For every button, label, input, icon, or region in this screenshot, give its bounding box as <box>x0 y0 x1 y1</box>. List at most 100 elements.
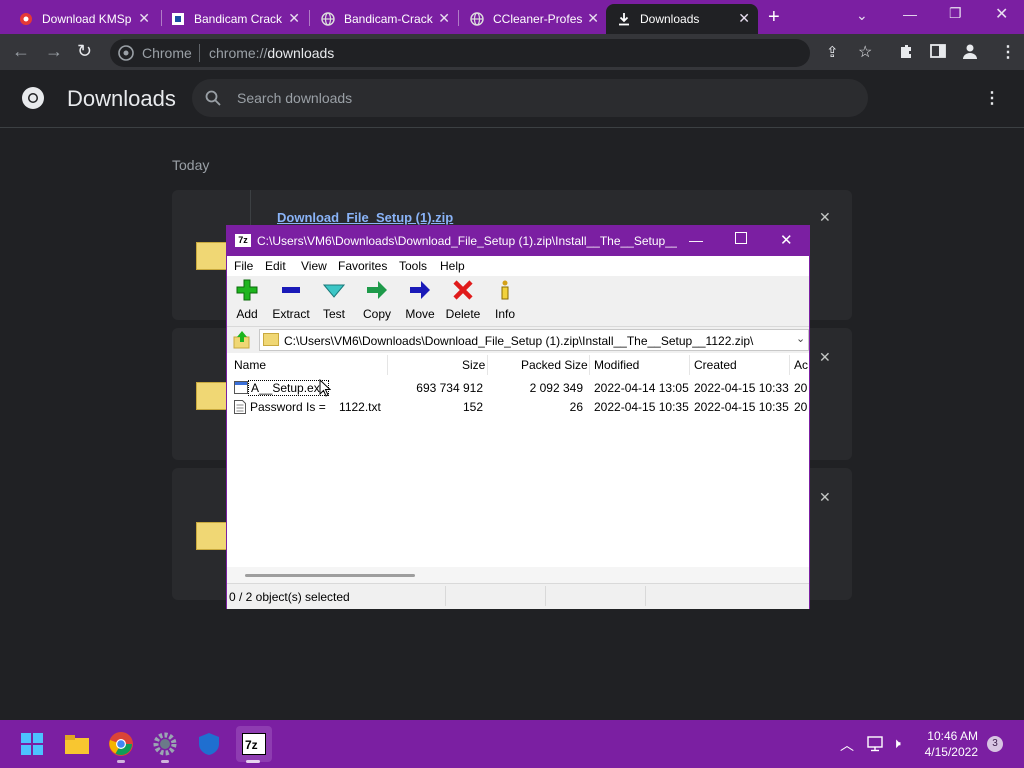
chrome-taskbar-icon[interactable] <box>107 730 135 758</box>
new-tab-button[interactable]: + <box>768 6 780 29</box>
col-size[interactable]: Size <box>462 358 485 372</box>
chrome-logo-icon <box>21 86 45 115</box>
path-input[interactable]: C:\Users\VM6\Downloads\Download_File_Set… <box>259 329 809 351</box>
url-path: downloads <box>267 45 335 61</box>
table-row[interactable]: Password Is = 1122.txt 152 26 2022-04-15… <box>227 397 809 416</box>
tab-downloads[interactable]: Downloads ✕ <box>606 4 758 34</box>
bookmark-star-icon[interactable]: ☆ <box>858 42 872 62</box>
sevenzip-window: 7z C:\Users\VM6\Downloads\Download_File_… <box>226 225 810 609</box>
move-button[interactable]: Move <box>398 279 442 321</box>
globe-icon <box>320 11 336 27</box>
info-button[interactable]: Info <box>483 279 527 321</box>
close-tab-icon[interactable]: ✕ <box>288 10 300 27</box>
status-text: 0 / 2 object(s) selected <box>229 590 350 604</box>
running-indicator <box>161 760 169 763</box>
maximize-icon[interactable] <box>735 232 747 244</box>
tab-title: Bandicam Crack <box>194 12 283 26</box>
file-list: Name Size Packed Size Modified Created A… <box>227 353 809 583</box>
volume-muted-icon[interactable]: 🕨 <box>892 735 901 752</box>
downloads-menu-icon[interactable]: ⋮ <box>984 88 1000 108</box>
tab-search-chevron-icon[interactable]: ⌄ <box>856 7 868 24</box>
network-icon[interactable] <box>866 736 884 757</box>
col-created[interactable]: Created <box>694 358 737 372</box>
col-attributes[interactable]: Ac <box>794 358 808 372</box>
x-icon <box>441 279 485 301</box>
settings-gear-icon[interactable] <box>151 730 179 758</box>
path-value: C:\Users\VM6\Downloads\Download_File_Set… <box>284 334 754 348</box>
page-title: Downloads <box>67 86 176 111</box>
file-explorer-icon[interactable] <box>63 730 91 758</box>
start-windows-icon[interactable] <box>18 730 46 758</box>
notification-badge[interactable]: 3 <box>987 736 1003 752</box>
close-tab-icon[interactable]: ✕ <box>738 10 750 27</box>
tab-ccleaner[interactable]: CCleaner-Profes ✕ <box>459 4 607 34</box>
table-row[interactable]: A__Setup.exe 693 734 912 2 092 349 2022-… <box>227 378 809 397</box>
chrome-menu-icon[interactable]: ⋮ <box>1000 42 1016 62</box>
close-icon[interactable]: ✕ <box>780 231 793 249</box>
col-separator <box>589 355 590 375</box>
tray-chevron-icon[interactable]: ︿ <box>840 735 854 755</box>
col-name[interactable]: Name <box>234 358 266 372</box>
file-packed-size: 2 092 349 <box>529 381 583 395</box>
move-label: Move <box>405 307 435 321</box>
download-file-link[interactable]: Download_File_Setup (1).zip <box>277 210 453 225</box>
file-modified: 2022-04-15 10:35 <box>594 400 689 414</box>
windows-security-icon[interactable] <box>195 730 223 758</box>
file-name: A__Setup.exe <box>248 380 330 396</box>
scrollbar-thumb[interactable] <box>245 574 415 577</box>
tab-bandicam-crack-2[interactable]: Bandicam-Crack ✕ <box>310 4 458 34</box>
omnibox-site-label: Chrome <box>142 45 192 61</box>
close-tab-icon[interactable]: ✕ <box>438 10 450 27</box>
side-panel-icon[interactable] <box>930 43 946 64</box>
menu-file[interactable]: File <box>234 259 253 273</box>
file-name: Password Is = 1122.txt <box>250 400 381 414</box>
close-tab-icon[interactable]: ✕ <box>587 10 599 27</box>
share-icon[interactable]: ⇪ <box>826 43 839 61</box>
back-icon[interactable]: ← <box>12 41 30 62</box>
menu-view[interactable]: View <box>301 259 327 273</box>
horizontal-scrollbar[interactable] <box>227 567 809 583</box>
forward-icon[interactable]: → <box>45 41 63 62</box>
col-modified[interactable]: Modified <box>594 358 639 372</box>
sevenzip-titlebar[interactable]: 7z C:\Users\VM6\Downloads\Download_File_… <box>227 226 809 256</box>
path-dropdown-icon[interactable]: ⌄ <box>796 332 805 345</box>
remove-download-icon[interactable]: ✕ <box>819 209 831 226</box>
menu-tools[interactable]: Tools <box>399 259 427 273</box>
arrow-right-green-icon <box>355 279 399 301</box>
test-button[interactable]: Test <box>312 279 356 321</box>
status-divider <box>645 586 646 606</box>
close-tab-icon[interactable]: ✕ <box>138 10 150 27</box>
extract-button[interactable]: Extract <box>269 279 313 321</box>
reload-icon[interactable]: ↻ <box>77 41 92 62</box>
delete-button[interactable]: Delete <box>441 279 485 321</box>
profile-icon[interactable] <box>961 42 979 65</box>
clock-date[interactable]: 4/15/2022 <box>918 745 978 759</box>
remove-download-icon[interactable]: ✕ <box>819 349 831 366</box>
menu-edit[interactable]: Edit <box>265 259 286 273</box>
minimize-window-icon[interactable]: — <box>903 6 917 22</box>
remove-download-icon[interactable]: ✕ <box>819 489 831 506</box>
menu-help[interactable]: Help <box>440 259 465 273</box>
file-modified: 2022-04-14 13:05 <box>594 381 689 395</box>
search-placeholder[interactable]: Search downloads <box>237 90 352 106</box>
globe-icon <box>469 11 485 27</box>
red-circle-icon <box>18 11 34 27</box>
minimize-icon[interactable]: — <box>689 232 703 248</box>
close-window-icon[interactable]: ✕ <box>995 4 1008 24</box>
add-button[interactable]: Add <box>225 279 269 321</box>
sevenzip-taskbar-icon[interactable]: 7z <box>240 730 268 758</box>
download-icon <box>616 11 632 27</box>
restore-window-icon[interactable]: ❐ <box>949 5 962 22</box>
menu-favorites[interactable]: Favorites <box>338 259 387 273</box>
copy-button[interactable]: Copy <box>355 279 399 321</box>
clock-time[interactable]: 10:46 AM <box>924 729 978 743</box>
sevenzip-menubar: File Edit View Favorites Tools Help <box>227 256 809 276</box>
col-packed-size[interactable]: Packed Size <box>521 358 588 372</box>
col-separator <box>789 355 790 375</box>
file-size: 152 <box>462 400 483 414</box>
extensions-icon[interactable] <box>898 43 914 64</box>
up-folder-icon[interactable] <box>232 330 252 355</box>
tab-bandicam-crack[interactable]: Bandicam Crack ✕ <box>160 4 308 34</box>
column-header-row: Name Size Packed Size Modified Created A… <box>227 353 809 377</box>
tab-download-kmsp[interactable]: Download KMSp ✕ <box>8 4 158 34</box>
